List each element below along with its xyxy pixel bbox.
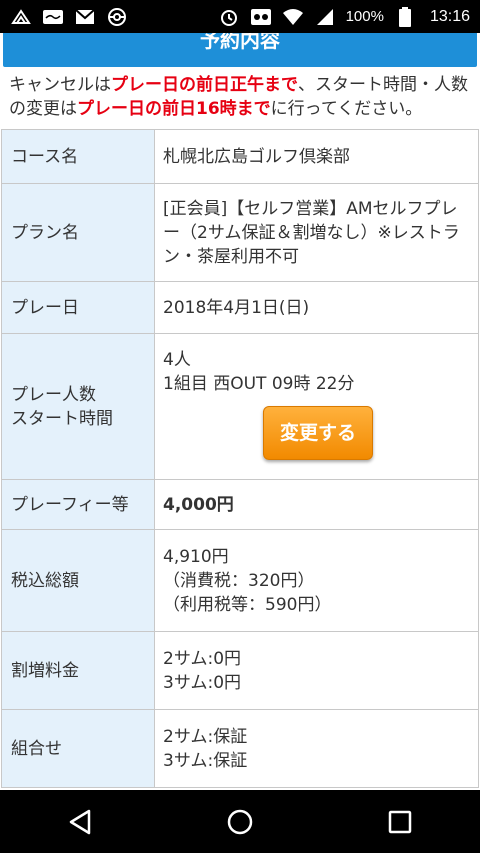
- surcharge-label: 割増料金: [1, 631, 155, 710]
- total-amount: 4,910円: [163, 546, 229, 567]
- reservation-table: コース名 札幌北広島ゴルフ倶楽部 プラン名 [正会員]【セルフ営業】AMセルフプ…: [1, 129, 479, 788]
- players-label-line1: プレー人数: [11, 384, 96, 405]
- notification-icons: [10, 7, 128, 26]
- battery-percent: 100%: [345, 8, 384, 25]
- surcharge-3some: 3サム:0円: [163, 672, 242, 693]
- surcharge-2some: 2サム:0円: [163, 648, 242, 669]
- notice-text-1: キャンセルは: [9, 75, 111, 95]
- gmail-icon: [74, 8, 96, 26]
- row-plan: プラン名 [正会員]【セルフ営業】AMセルフプレー（2サム保証＆割増なし）※レス…: [1, 183, 479, 282]
- grouping-label: 組合せ: [1, 709, 155, 788]
- grouping-2some: 2サム:保証: [163, 726, 248, 747]
- battery-icon: [394, 6, 416, 27]
- alarm-icon: [218, 8, 240, 26]
- row-fee: プレーフィー等 4,000円: [1, 479, 479, 530]
- system-icons: 100% 13:16: [218, 6, 470, 27]
- change-button[interactable]: 変更する: [263, 406, 373, 460]
- players-value: 4人 1組目 西OUT 09時 22分 変更する: [154, 333, 479, 480]
- fee-label: プレーフィー等: [1, 479, 155, 530]
- play-date-value: 2018年4月1日(日): [154, 281, 479, 334]
- play-date-label: プレー日: [1, 281, 155, 334]
- total-label: 税込総額: [1, 529, 155, 632]
- row-course: コース名 札幌北広島ゴルフ倶楽部: [1, 129, 479, 184]
- row-total: 税込総額 4,910円 （消費税：320円） （利用税等：590円）: [1, 529, 479, 632]
- app-notification-icon: [42, 8, 64, 26]
- voicemail-icon: [250, 8, 272, 26]
- cancel-notice: キャンセルはプレー日の前日正午まで、スタート時間・人数の変更はプレー日の前日16…: [0, 67, 480, 129]
- surcharge-value: 2サム:0円 3サム:0円: [154, 631, 479, 710]
- row-players: プレー人数 スタート時間 4人 1組目 西OUT 09時 22分 変更する: [1, 333, 479, 480]
- row-play-date: プレー日 2018年4月1日(日): [1, 281, 479, 334]
- sms-icon: [10, 8, 32, 26]
- status-bar: 100% 13:16: [0, 0, 480, 33]
- plan-value: [正会員]【セルフ営業】AMセルフプレー（2サム保証＆割増なし）※レストラン・茶…: [154, 183, 479, 282]
- section-title: 予約内容: [3, 33, 477, 67]
- players-label: プレー人数 スタート時間: [1, 333, 155, 480]
- usage-tax: （利用税等：590円）: [163, 594, 332, 615]
- grouping-value: 2サム:保証 3サム:保証: [154, 709, 479, 788]
- players-label-line2: スタート時間: [11, 408, 113, 429]
- notice-deadline-cancel: プレー日の前日正午まで: [111, 75, 298, 95]
- signal-icon: [314, 8, 336, 26]
- plan-label: プラン名: [1, 183, 155, 282]
- course-label: コース名: [1, 129, 155, 184]
- course-value: 札幌北広島ゴルフ倶楽部: [154, 129, 479, 184]
- total-value: 4,910円 （消費税：320円） （利用税等：590円）: [154, 529, 479, 632]
- notice-deadline-change: プレー日の前日16時まで: [77, 99, 271, 119]
- consumption-tax: （消費税：320円）: [163, 570, 315, 591]
- row-grouping: 組合せ 2サム:保証 3サム:保証: [1, 709, 479, 788]
- recents-icon[interactable]: [370, 792, 430, 852]
- player-count: 4人: [163, 350, 191, 370]
- home-icon[interactable]: [210, 792, 270, 852]
- navigation-bar: [0, 790, 480, 853]
- pokeball-icon: [106, 7, 128, 26]
- reservation-content: 予約内容 キャンセルはプレー日の前日正午まで、スタート時間・人数の変更はプレー日…: [0, 33, 480, 790]
- start-time: 1組目 西OUT 09時 22分: [163, 374, 355, 394]
- row-surcharge: 割増料金 2サム:0円 3サム:0円: [1, 631, 479, 710]
- notice-text-3: に行ってください。: [270, 99, 423, 119]
- back-icon[interactable]: [50, 792, 110, 852]
- grouping-3some: 3サム:保証: [163, 750, 248, 771]
- wifi-icon: [282, 8, 304, 26]
- fee-value: 4,000円: [154, 479, 479, 530]
- change-button-wrap: 変更する: [163, 396, 470, 460]
- clock: 13:16: [429, 7, 470, 25]
